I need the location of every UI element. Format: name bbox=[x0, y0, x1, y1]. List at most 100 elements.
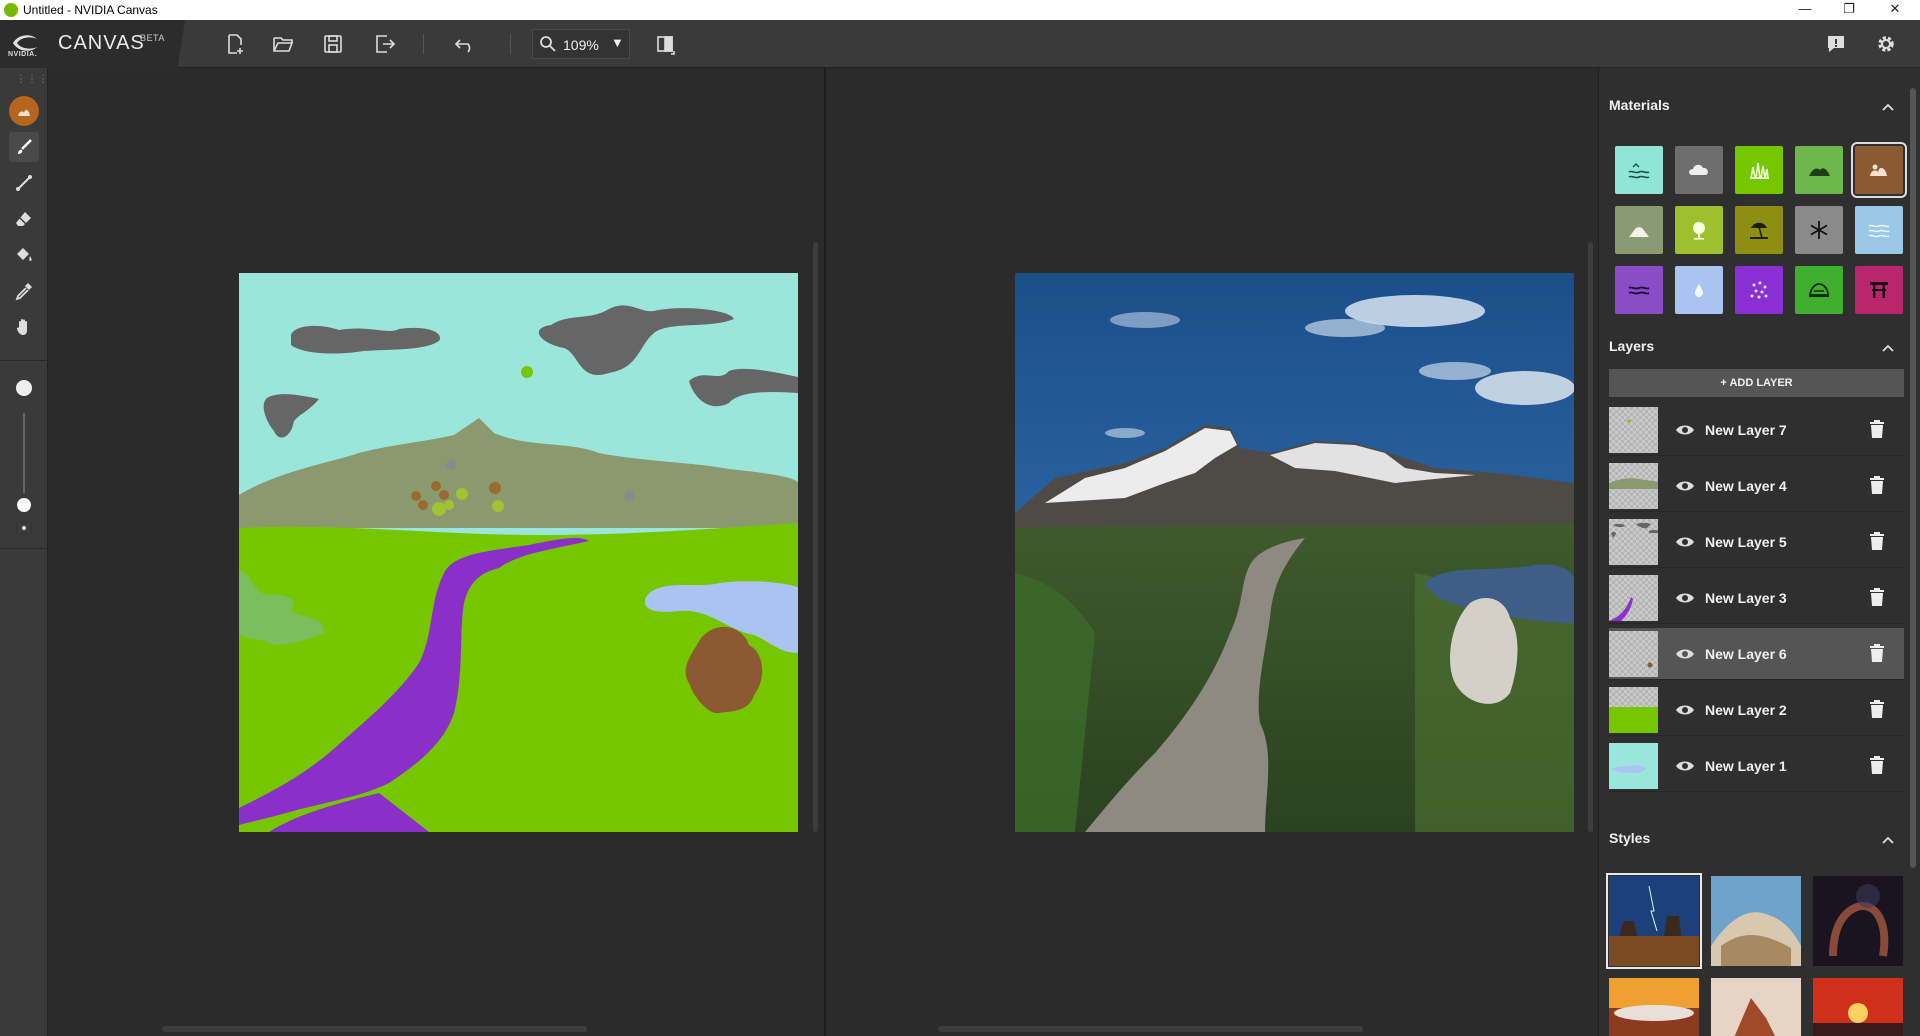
beta-badge: BETA bbox=[140, 33, 165, 43]
material-cloud[interactable] bbox=[1675, 146, 1723, 194]
chevron-up-icon[interactable] bbox=[1880, 340, 1896, 356]
material-sea[interactable] bbox=[1615, 146, 1663, 194]
line-tool[interactable] bbox=[9, 168, 39, 198]
layer-row[interactable]: New Layer 6 bbox=[1609, 628, 1904, 680]
restore-button[interactable]: ❐ bbox=[1826, 0, 1872, 20]
snowflake-icon bbox=[1810, 221, 1828, 239]
river-icon bbox=[1628, 286, 1650, 295]
paint-horizontal-scrollbar[interactable] bbox=[162, 1026, 587, 1032]
brush-tool[interactable] bbox=[9, 132, 39, 162]
material-beach[interactable] bbox=[1735, 206, 1783, 254]
layer-thumbnail bbox=[1609, 575, 1658, 621]
styles-title: Styles bbox=[1609, 830, 1651, 846]
paint-vertical-scrollbar[interactable] bbox=[813, 242, 818, 832]
trash-icon[interactable] bbox=[1868, 643, 1886, 663]
zoom-dropdown[interactable]: 109% ▼ bbox=[532, 29, 630, 59]
water-waves-icon bbox=[1868, 224, 1890, 238]
split-divider[interactable] bbox=[824, 68, 826, 1036]
material-hill[interactable] bbox=[1795, 146, 1843, 194]
material-grass[interactable] bbox=[1735, 146, 1783, 194]
paint-canvas[interactable] bbox=[239, 273, 798, 832]
pan-tool[interactable] bbox=[9, 312, 39, 342]
material-fog[interactable] bbox=[1675, 266, 1723, 314]
sea-icon bbox=[1628, 163, 1650, 179]
layer-row[interactable]: New Layer 4 bbox=[1609, 460, 1904, 512]
material-bush[interactable] bbox=[1675, 206, 1723, 254]
export-icon[interactable] bbox=[370, 30, 398, 58]
eye-icon[interactable] bbox=[1675, 589, 1695, 607]
layer-name: New Layer 1 bbox=[1705, 758, 1787, 774]
material-snow[interactable] bbox=[1795, 206, 1843, 254]
style-thumbnail[interactable] bbox=[1711, 876, 1801, 966]
chevron-up-icon[interactable] bbox=[1880, 832, 1896, 848]
layer-row[interactable]: New Layer 2 bbox=[1609, 684, 1904, 736]
trash-icon[interactable] bbox=[1868, 419, 1886, 439]
eye-icon[interactable] bbox=[1675, 533, 1695, 551]
undo-icon[interactable] bbox=[451, 30, 479, 58]
material-mountain[interactable] bbox=[1615, 206, 1663, 254]
style-thumbnail[interactable] bbox=[1813, 876, 1903, 966]
material-water[interactable] bbox=[1855, 206, 1903, 254]
eye-icon[interactable] bbox=[1675, 757, 1695, 775]
compare-view-icon[interactable] bbox=[652, 30, 680, 58]
layer-row[interactable]: New Layer 5 bbox=[1609, 516, 1904, 568]
tool-rail: ⋮⋮⋮ bbox=[0, 68, 48, 1036]
output-vertical-scrollbar[interactable] bbox=[1588, 242, 1593, 832]
gear-icon[interactable] bbox=[1872, 30, 1900, 58]
trash-icon[interactable] bbox=[1868, 475, 1886, 495]
material-river[interactable] bbox=[1615, 266, 1663, 314]
eye-icon[interactable] bbox=[1675, 421, 1695, 439]
layer-name: New Layer 2 bbox=[1705, 702, 1787, 718]
material-dirt[interactable] bbox=[1851, 142, 1907, 198]
style-thumbnail[interactable] bbox=[1813, 978, 1903, 1036]
panel-scrollbar[interactable] bbox=[1910, 88, 1916, 868]
layer-row[interactable]: New Layer 3 bbox=[1609, 572, 1904, 624]
style-thumbnail[interactable] bbox=[1711, 978, 1801, 1036]
layer-thumbnail bbox=[1609, 519, 1658, 565]
brush-icon bbox=[18, 139, 32, 154]
app-icon bbox=[4, 3, 18, 17]
trash-icon[interactable] bbox=[1868, 531, 1886, 551]
grass-icon bbox=[1750, 162, 1769, 179]
eye-icon[interactable] bbox=[1675, 701, 1695, 719]
trash-icon[interactable] bbox=[1868, 755, 1886, 775]
open-folder-icon[interactable] bbox=[269, 30, 297, 58]
trash-icon[interactable] bbox=[1868, 699, 1886, 719]
cloud-icon bbox=[1689, 164, 1708, 175]
feedback-icon[interactable] bbox=[1822, 30, 1850, 58]
style-thumbnail[interactable] bbox=[1606, 873, 1702, 969]
brush-size-min-indicator bbox=[22, 526, 26, 530]
trash-icon[interactable] bbox=[1868, 587, 1886, 607]
material-brush-tool[interactable] bbox=[9, 96, 39, 126]
chevron-up-icon[interactable] bbox=[1880, 99, 1896, 115]
material-flowers[interactable] bbox=[1735, 266, 1783, 314]
flowers-icon bbox=[1750, 281, 1768, 299]
eye-icon[interactable] bbox=[1675, 477, 1695, 495]
brush-size-slider-thumb[interactable] bbox=[17, 498, 31, 512]
new-file-icon[interactable] bbox=[221, 30, 249, 58]
minimize-button[interactable]: — bbox=[1782, 0, 1828, 20]
close-button[interactable]: ✕ bbox=[1872, 0, 1918, 20]
layer-name: New Layer 7 bbox=[1705, 422, 1787, 438]
material-building[interactable] bbox=[1855, 266, 1903, 314]
brush-size-slider-track[interactable] bbox=[23, 413, 25, 493]
material-rock[interactable] bbox=[1795, 266, 1843, 314]
rail-separator bbox=[0, 360, 48, 361]
style-thumbnail[interactable] bbox=[1609, 978, 1699, 1036]
droplet-icon bbox=[1695, 284, 1703, 297]
layer-row[interactable]: New Layer 1 bbox=[1609, 740, 1904, 792]
layer-name: New Layer 5 bbox=[1705, 534, 1787, 550]
layer-row[interactable]: New Layer 7 bbox=[1609, 404, 1904, 456]
output-horizontal-scrollbar[interactable] bbox=[938, 1026, 1363, 1032]
eye-icon[interactable] bbox=[1675, 645, 1695, 663]
nvidia-wordmark: NVIDIA. bbox=[8, 51, 38, 58]
eraser-tool[interactable] bbox=[9, 204, 39, 234]
save-icon[interactable] bbox=[319, 30, 347, 58]
drag-handle[interactable]: ⋮⋮⋮ bbox=[16, 74, 49, 85]
add-layer-button[interactable]: + ADD LAYER bbox=[1609, 369, 1904, 397]
layer-name: New Layer 4 bbox=[1705, 478, 1787, 494]
eyedropper-icon bbox=[15, 283, 32, 301]
paint-bucket-tool[interactable] bbox=[9, 240, 39, 270]
hand-icon bbox=[16, 319, 27, 335]
eyedropper-tool[interactable] bbox=[9, 276, 39, 306]
